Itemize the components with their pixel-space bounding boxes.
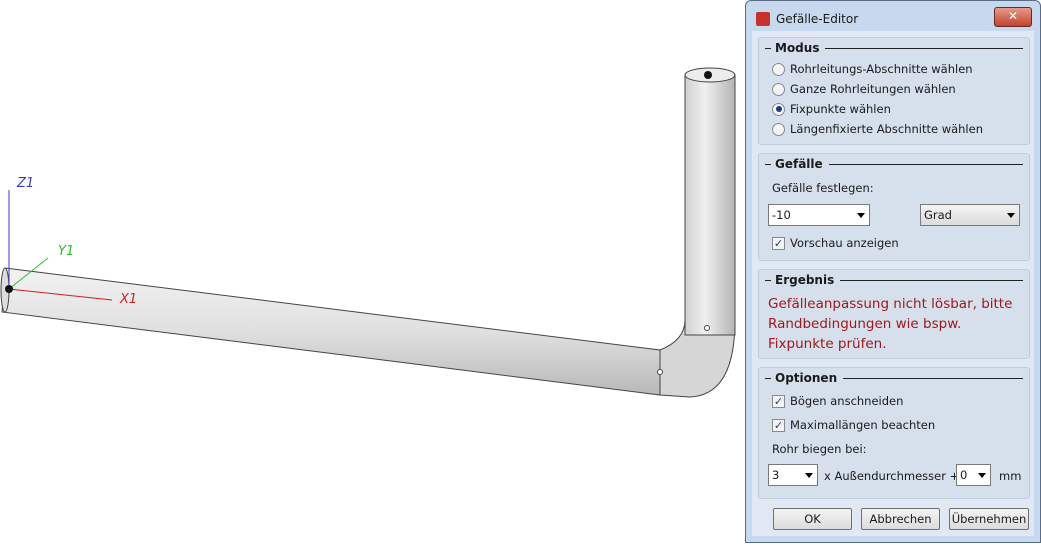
ergebnis-heading: Ergebnis <box>765 273 1023 287</box>
optionen-group: Optionen ✓ Bögen anschneiden ✓ Maximalläng… <box>758 367 1030 499</box>
apply-button[interactable]: Übernehmen <box>949 508 1029 530</box>
dialog-title: Gefälle-Editor <box>776 12 859 26</box>
cancel-button[interactable]: Abbrechen <box>861 508 940 530</box>
optionen-heading: Optionen <box>765 371 1023 385</box>
checkbox-checked-icon[interactable]: ✓ <box>772 236 785 250</box>
error-message: Gefälleanpassung nicht lösbar, bitte Ran… <box>768 296 1013 352</box>
radio-icon[interactable] <box>772 122 785 136</box>
radio-ganze-rohrleitungen[interactable]: Ganze Rohrleitungen wählen <box>772 82 956 96</box>
factor-suffix: x Außendurchmesser + <box>824 469 960 483</box>
offset-combo[interactable]: 0 <box>956 464 991 486</box>
factor-combo[interactable]: 3 <box>768 464 818 486</box>
x-axis-label: X1 <box>119 292 137 307</box>
title-bar[interactable]: Gefälle-Editor <box>756 9 858 29</box>
radio-icon[interactable] <box>772 62 785 76</box>
app-icon <box>756 12 770 26</box>
gefaelle-group: Gefälle Gefälle festlegen: -10 Grad ✓ Vor… <box>758 153 1030 261</box>
ok-button[interactable]: OK <box>773 508 852 530</box>
chevron-down-icon <box>978 473 986 478</box>
preview-checkbox[interactable]: ✓ Vorschau anzeigen <box>772 236 899 250</box>
radio-laengenfixierte-abschnitte[interactable]: Längenfixierte Abschnitte wählen <box>772 122 983 136</box>
cut-bends-checkbox[interactable]: ✓ Bögen anschneiden <box>772 394 903 408</box>
3d-viewport[interactable]: Z1 Y1 X1 <box>0 0 745 543</box>
chevron-down-icon <box>857 213 865 218</box>
radio-icon-selected[interactable] <box>772 102 785 116</box>
gefaelle-field-label: Gefälle festlegen: <box>772 181 874 195</box>
z-axis-label: Z1 <box>16 176 34 191</box>
gefaelle-heading: Gefälle <box>765 157 1023 171</box>
gefaelle-value-combo[interactable]: -10 <box>768 204 870 226</box>
checkbox-checked-icon[interactable]: ✓ <box>772 394 785 408</box>
gefaelle-unit-combo[interactable]: Grad <box>920 204 1020 226</box>
radio-rohrleitungs-abschnitte[interactable]: Rohrleitungs-Abschnitte wählen <box>772 62 973 76</box>
modus-group: Modus Rohrleitungs-Abschnitte wählen Gan… <box>758 37 1030 145</box>
offset-unit: mm <box>999 469 1022 483</box>
ergebnis-group: Ergebnis Gefälleanpassung nicht lösbar, … <box>758 269 1030 359</box>
bend-label: Rohr biegen bei: <box>772 442 867 456</box>
chevron-down-icon <box>1007 213 1015 218</box>
radio-fixpunkte[interactable]: Fixpunkte wählen <box>772 102 891 116</box>
y-axis-label: Y1 <box>58 244 74 259</box>
close-button[interactable]: ✕ <box>994 7 1032 27</box>
max-lengths-checkbox[interactable]: ✓ Maximallängen beachten <box>772 418 935 432</box>
gefaelle-editor-dialog: Gefälle-Editor ✕ Modus Rohrleitungs-Absc… <box>745 0 1041 543</box>
radio-icon[interactable] <box>772 82 785 96</box>
chevron-down-icon <box>805 473 813 478</box>
modus-heading: Modus <box>765 41 1023 55</box>
pipe-model: Z1 Y1 X1 <box>0 67 736 398</box>
checkbox-checked-icon[interactable]: ✓ <box>772 418 785 432</box>
